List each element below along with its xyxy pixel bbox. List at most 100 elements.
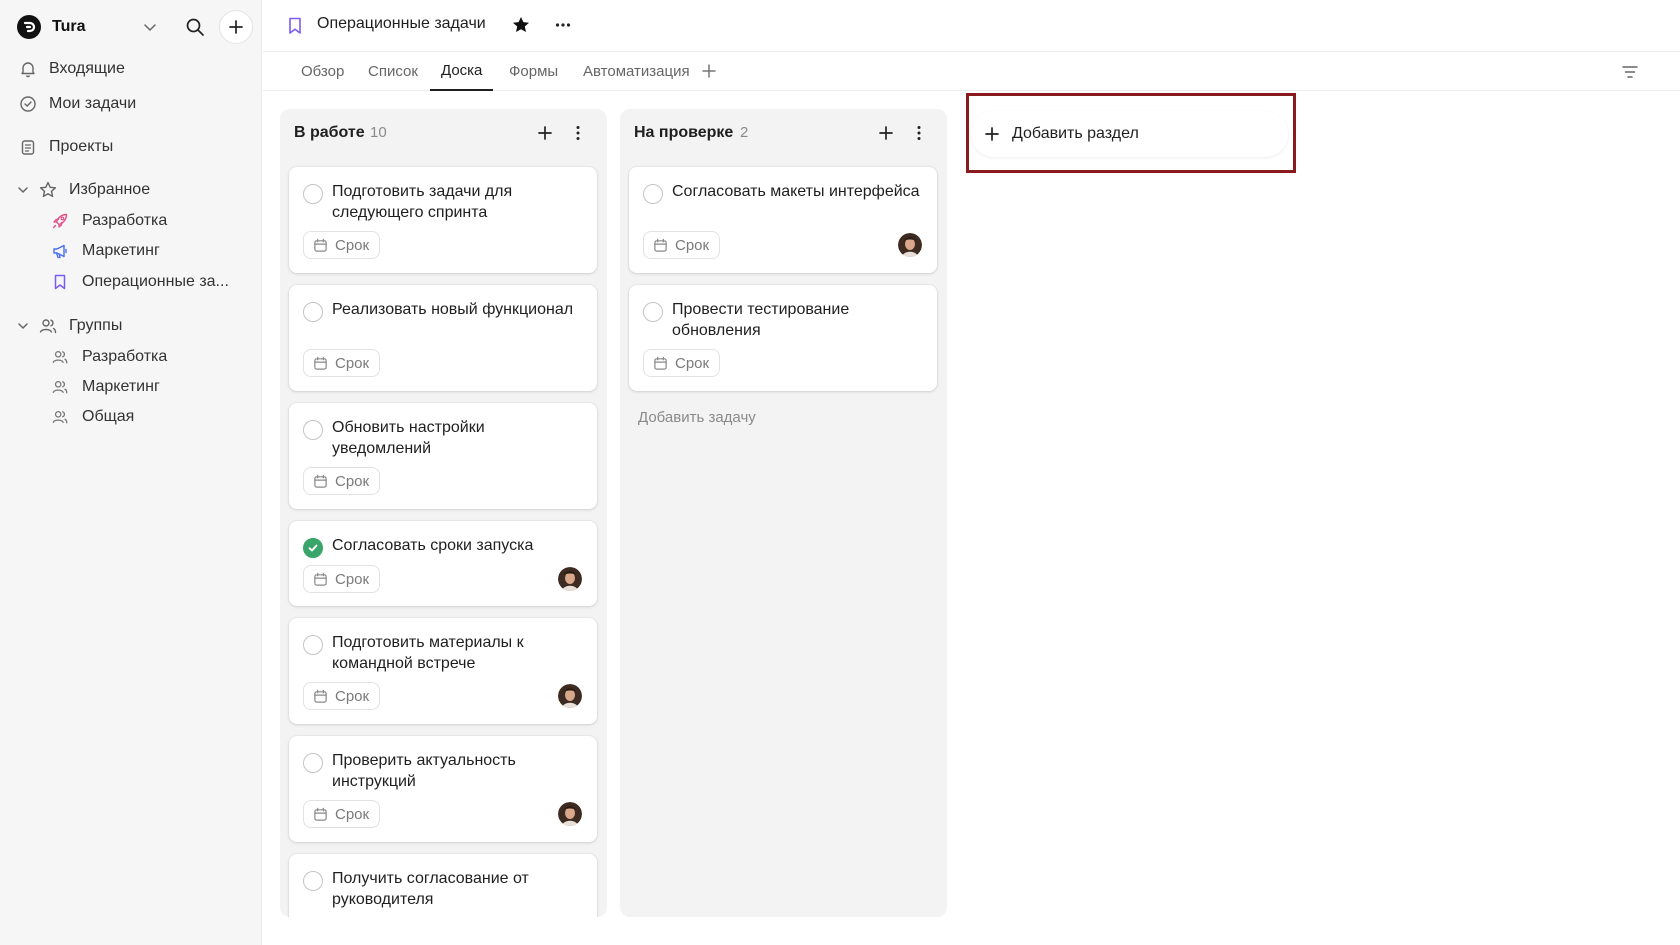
star-outline-icon <box>38 180 58 200</box>
nav-label: Проекты <box>49 138 114 155</box>
add-card-icon[interactable] <box>535 123 555 143</box>
task-title: Реализовать новый функционал <box>332 301 574 318</box>
task-checkbox[interactable] <box>303 871 323 891</box>
tab-board[interactable]: Доска <box>430 52 494 91</box>
task-title: Провести тестирование обновления <box>672 301 850 339</box>
task-checkbox[interactable] <box>303 302 323 322</box>
tab-forms[interactable]: Формы <box>498 52 569 91</box>
add-section-button[interactable]: Добавить раздел <box>971 111 1288 157</box>
task-card[interactable]: Согласовать макеты интерфейса Срок <box>629 167 937 273</box>
clipboard-icon <box>18 137 38 157</box>
due-label: Срок <box>335 472 370 490</box>
page-title: Операционные задачи <box>317 15 486 32</box>
due-date-button[interactable]: Срок <box>303 800 381 828</box>
column-menu-icon[interactable] <box>568 123 588 143</box>
tab-list[interactable]: Список <box>357 52 429 91</box>
due-date-button[interactable]: Срок <box>643 231 721 259</box>
task-card[interactable]: Подготовить задачи для следующего спринт… <box>289 167 597 273</box>
tab-overview[interactable]: Обзор <box>290 52 355 91</box>
calendar-icon <box>654 238 667 252</box>
nav-inbox[interactable]: Входящие <box>18 55 125 83</box>
board-column-in-progress: В работе 10 Подготовить задачи для следу… <box>280 109 607 917</box>
assignee-avatar[interactable] <box>898 233 922 257</box>
highlight-box: Добавить раздел <box>966 93 1296 173</box>
bookmark-icon <box>50 272 70 292</box>
column-header: В работе 10 <box>280 109 607 157</box>
task-checkbox-checked[interactable] <box>303 538 323 558</box>
tab-automation[interactable]: Автоматизация <box>572 52 701 91</box>
favorite-item-development[interactable]: Разработка <box>50 207 167 235</box>
nav-my-tasks[interactable]: Мои задачи <box>18 90 136 118</box>
task-card[interactable]: Обновить настройки уведомлений Срок <box>289 403 597 509</box>
plus-icon <box>229 20 243 34</box>
calendar-icon <box>314 238 327 252</box>
favorites-section-header[interactable]: Избранное <box>16 176 150 204</box>
nav-label: Мои задачи <box>49 95 137 112</box>
column-count: 10 <box>370 124 387 141</box>
add-tab-icon[interactable] <box>700 62 718 80</box>
task-card[interactable]: Подготовить материалы к командной встреч… <box>289 618 597 724</box>
favorite-item-label: Операционные за... <box>82 273 229 290</box>
more-options-icon[interactable] <box>553 15 573 35</box>
star-icon[interactable] <box>511 15 531 35</box>
due-date-button[interactable]: Срок <box>303 565 381 593</box>
workspace-switcher[interactable]: Tura <box>17 10 253 44</box>
rocket-icon <box>50 211 70 231</box>
chevron-down-icon[interactable] <box>141 18 159 36</box>
board-column-in-review: На проверке 2 Согласовать макеты интерфе… <box>620 109 947 917</box>
add-task-link[interactable]: Добавить задачу <box>638 409 756 426</box>
task-card[interactable]: Проверить актуальность инструкций Срок <box>289 736 597 842</box>
task-title: Подготовить задачи для следующего спринт… <box>332 183 513 221</box>
assignee-avatar[interactable] <box>558 567 582 591</box>
group-item-development[interactable]: Разработка <box>50 343 167 371</box>
workspace-logo <box>17 15 41 39</box>
task-title: Проверить актуальность инструкций <box>332 752 516 790</box>
assignee-avatar[interactable] <box>558 802 582 826</box>
calendar-icon <box>654 356 667 370</box>
assignee-avatar[interactable] <box>558 684 582 708</box>
groups-section-header[interactable]: Группы <box>16 312 122 340</box>
task-checkbox[interactable] <box>303 184 323 204</box>
column-menu-icon[interactable] <box>909 123 929 143</box>
calendar-icon <box>314 689 327 703</box>
users-icon <box>50 407 70 427</box>
view-tabs: Обзор Список Доска Формы Автоматизация <box>263 52 1680 91</box>
chevron-down-icon <box>18 323 28 330</box>
due-date-button[interactable]: Срок <box>643 349 721 377</box>
due-date-button[interactable]: Срок <box>303 231 381 259</box>
task-checkbox[interactable] <box>303 635 323 655</box>
chevron-down-icon <box>18 187 28 194</box>
task-card[interactable]: Провести тестирование обновления Срок <box>629 285 937 391</box>
create-button[interactable] <box>219 10 253 44</box>
group-item-label: Разработка <box>82 348 168 365</box>
calendar-icon <box>314 356 327 370</box>
task-card[interactable]: Получить согласование от руководителя <box>289 854 597 917</box>
due-label: Срок <box>675 236 710 254</box>
due-date-button[interactable]: Срок <box>303 682 381 710</box>
task-checkbox[interactable] <box>303 420 323 440</box>
nav-projects[interactable]: Проекты <box>18 133 113 161</box>
favorite-item-marketing[interactable]: Маркетинг <box>50 237 160 265</box>
group-item-general[interactable]: Общая <box>50 403 134 431</box>
due-label: Срок <box>335 570 370 588</box>
task-checkbox[interactable] <box>643 302 663 322</box>
filter-icon[interactable] <box>1620 62 1640 82</box>
task-card[interactable]: Согласовать сроки запуска Срок <box>289 521 597 606</box>
check-icon <box>308 544 318 552</box>
task-card[interactable]: Реализовать новый функционал Срок <box>289 285 597 391</box>
due-date-button[interactable]: Срок <box>303 467 381 495</box>
sidebar: Tura Входящие Мои задачи Проекты Избранн… <box>0 0 262 945</box>
add-card-icon[interactable] <box>876 123 896 143</box>
task-checkbox[interactable] <box>643 184 663 204</box>
due-label: Срок <box>335 687 370 705</box>
tab-label: Автоматизация <box>583 63 690 80</box>
due-date-button[interactable]: Срок <box>303 349 381 377</box>
group-item-marketing[interactable]: Маркетинг <box>50 373 160 401</box>
task-checkbox[interactable] <box>303 753 323 773</box>
search-icon[interactable] <box>184 16 206 38</box>
column-title: В работе <box>294 124 365 141</box>
group-item-label: Маркетинг <box>82 378 160 395</box>
add-section-label: Добавить раздел <box>1012 125 1139 142</box>
favorite-item-operations[interactable]: Операционные за... <box>50 268 229 296</box>
due-label: Срок <box>335 805 370 823</box>
